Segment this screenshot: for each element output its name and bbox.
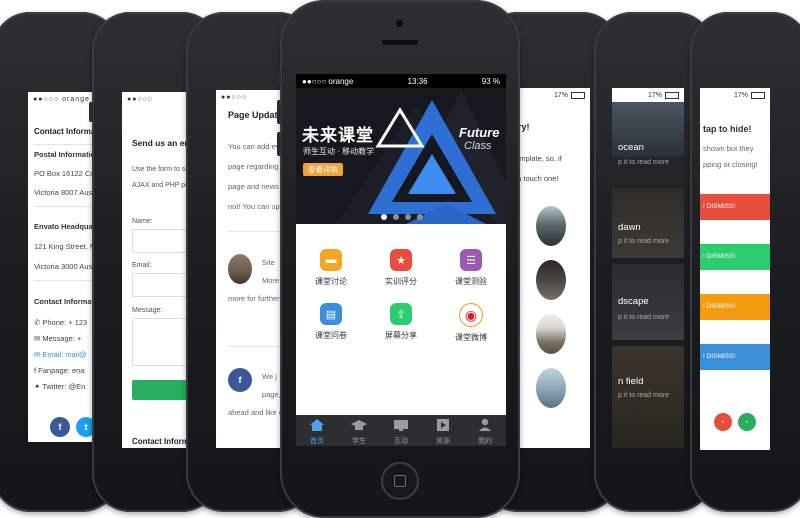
home-icon [310,419,324,431]
pager-dot-active[interactable] [381,214,387,220]
gallery-thumb[interactable] [536,314,566,354]
pager-dot[interactable] [417,214,423,220]
facebook-button[interactable]: f [50,417,70,437]
weibo-icon: ◉ [459,303,483,327]
hero-banner[interactable]: 未来课堂 师生互动 · 移动教学 查看详情 Future Class [296,74,506,224]
dismiss-line: shown but they [703,144,754,153]
tab-home[interactable]: 首页 [296,415,338,446]
battery-label: 93 % [481,76,500,86]
phone-item[interactable]: ✆ Phone: + 123 [34,318,87,327]
card-ocean-sub: p it to read more [612,157,684,187]
speaker-icon [382,40,418,45]
postal-line: Victoria 8007 Aust [34,188,95,197]
email-label: Email: [132,262,152,269]
gallery-thumb[interactable] [536,206,566,246]
update-line: page, [262,390,281,399]
tab-interact[interactable]: 互动 [380,415,422,446]
carrier-label: ●●○○○ orange [302,76,354,86]
card-dawn[interactable]: dawn p it to read more [612,188,684,258]
dismiss-button-orange[interactable]: ! DISMISS! [700,294,770,320]
clock-label: 13:36 [407,76,428,86]
gallery-thumb[interactable] [536,368,566,408]
tab-resources[interactable]: 资源 [422,415,464,446]
name-label: Name: [132,218,153,225]
close-circle-green[interactable]: · [738,413,756,431]
dismiss-button-red[interactable]: ! DISMISS! [700,194,770,220]
update-line: more for further in [228,294,288,303]
close-circle-red[interactable]: · [714,413,732,431]
banner-future-text: Future [459,125,500,140]
banner-class-text: Class [464,140,492,152]
updates-line: page and news r [228,182,284,191]
update-line: We j [262,372,277,381]
dismiss-line: pping or closing! [703,160,758,169]
updates-line: page regarding al [228,162,287,171]
tab-mine[interactable]: 我的 [464,415,506,446]
main-screen: ●●○○○ orange 13:36 93 % 未来课堂 师生互动 · 移动教学… [296,74,506,446]
dismiss-button-green[interactable]: ! DISMISS! [700,244,770,270]
graduation-cap-icon [351,420,367,430]
play-icon [437,419,449,431]
message-label: Message: [132,307,163,314]
gallery-screen: 17% ery! template, so, if t a touch one! [510,88,590,448]
banner-subtitle: 师生互动 · 移动教学 [303,147,375,156]
update-thumb [228,254,252,284]
grid-item-weibo[interactable]: ◉ 课堂微博 [436,303,506,343]
form-desc-line: Use the form to se [132,166,190,173]
hq-line: Victoria 3000 Aust [34,262,95,271]
card-ocean[interactable]: ocean [612,102,684,157]
phone-showcase: ●●○○○ orange Contact Informatio Postal I… [0,0,800,518]
banner-title: 未来课堂 [302,126,374,145]
star-icon: ★ [390,249,412,271]
grid-item-discussion[interactable]: ▬ 课堂讨论 [296,249,366,287]
phone-main: ●●○○○ orange 13:36 93 % 未来课堂 师生互动 · 移动教学… [277,0,520,518]
pager-dot[interactable] [393,214,399,220]
dismiss-title: tap to hide! [703,124,752,134]
home-button[interactable] [381,462,419,500]
cards-screen: 17% ocean p it to read more dawn p it to… [612,88,684,448]
user-icon [479,418,491,431]
twitter-item[interactable]: ✦ Twitter: @En [34,382,85,391]
grid-item-questionnaire[interactable]: ▤ 课堂问卷 [296,303,366,341]
chat-icon: ☰ [460,249,482,271]
interact-icon [394,420,408,431]
dismiss-button-blue[interactable]: ! DISMISS! [700,344,770,370]
gallery-line: template, so, if [513,154,562,163]
grid-item-scoring[interactable]: ★ 实训评分 [366,249,436,287]
grid-item-quiz[interactable]: ☰ 课堂测验 [436,249,506,287]
card-field[interactable]: n field p it to read more [612,346,684,448]
update-line: Site [262,258,275,267]
folder-icon: ▬ [320,249,342,271]
gallery-thumb[interactable] [536,260,566,300]
hq-line: 121 King Street, Me [34,242,101,251]
facebook-button[interactable]: f [228,368,252,392]
contact-info-label: Contact Informatio [34,297,101,306]
status-bar: 17% [510,88,590,102]
phone-dismiss: 17% tap to hide! shown but they pping or… [690,12,800,512]
bottom-tab-bar: 首页 学生 互动 资源 我的 [296,415,506,446]
status-bar: 17% [700,88,770,102]
camera-icon [396,20,403,27]
status-bar: ●●○○○ orange 13:36 93 % [296,74,506,88]
grid-item-screen-share[interactable]: ⇪ 屏幕分享 [366,303,436,341]
tab-students[interactable]: 学生 [338,415,380,446]
share-icon: ⇪ [390,303,412,325]
twitter-icon: ✦ [34,382,43,391]
dismiss-screen: 17% tap to hide! shown but they pping or… [700,88,770,450]
email-item[interactable]: ✉ Email: mail@ [34,350,87,359]
document-icon: ▤ [320,303,342,325]
update-line: ahead and like ou [228,408,288,417]
form-desc-line: AJAX and PHP po [132,182,190,189]
message-item[interactable]: ✉ Message: + [34,334,81,343]
view-details-button[interactable]: 查看详情 [303,163,343,176]
card-landscape[interactable]: dscape p it to read more [612,264,684,340]
postal-line: PO Box 16122 Coll [34,169,98,178]
update-line: More [262,276,280,285]
contact-footer-label: Contact Informa [132,437,194,446]
status-bar: 17% [612,88,684,102]
fanpage-item[interactable]: f Fanpage: ena [34,366,84,375]
pager-dot[interactable] [405,214,411,220]
